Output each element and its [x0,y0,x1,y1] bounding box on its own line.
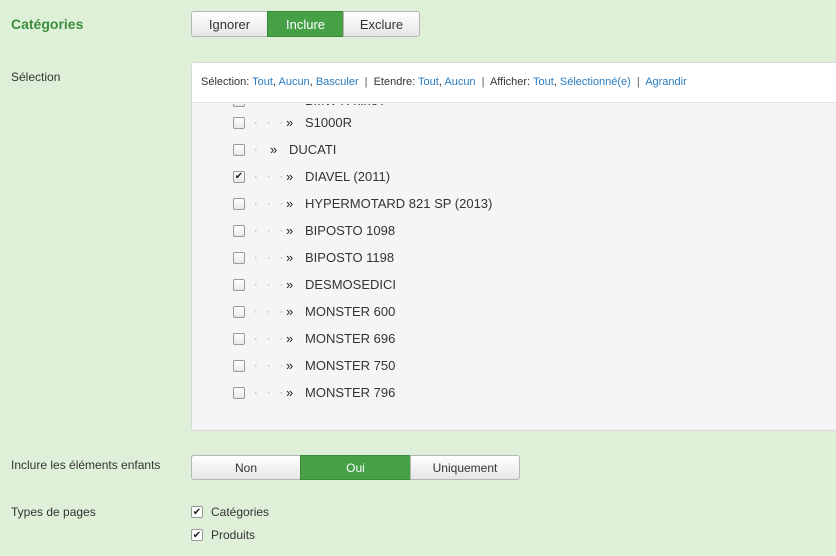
tree-arrow-icon: » [270,142,278,157]
tree-indent-dots: · · · [254,359,287,372]
categories-page-checkbox[interactable]: ✔ [191,506,203,518]
tree-item-label: MONSTER 600 [305,304,396,319]
tree-item-label: MONSTER 696 [305,331,396,346]
tree-checkbox[interactable] [233,278,245,291]
page-types-label: Types de pages [11,505,96,519]
tree-arrow-icon: » [286,277,294,292]
tree-arrow-icon: » [286,169,294,184]
selection-label: Sélection [11,70,61,84]
products-page-checkbox[interactable]: ✔ [191,529,203,541]
tree-item-label: DESMOSEDICI [305,277,397,292]
tree-arrow-icon: » [286,104,293,108]
tree-indent-dots: · · · [254,170,287,183]
children-only-button[interactable]: Uniquement [410,455,520,480]
tree-indent-dots: · · · [254,332,287,345]
selection-prefix: Sélection: [201,76,250,88]
extend-none-link[interactable]: Aucun [444,76,475,88]
tree-arrow-icon: » [286,223,294,238]
ignore-button[interactable]: Ignorer [191,11,268,37]
tree-item-label: HYPERMOTARD 821 SP (2013) [305,196,493,211]
tree-item-label: DIAVEL (2011) [305,169,391,184]
tree-item-label: BMW R nineT [305,104,386,108]
extend-all-link[interactable]: Tout [418,76,439,88]
tree-indent-dots: · · · [254,305,287,318]
tree-indent-dots: · [254,143,261,156]
tree-indent-dots: · · · [254,386,287,399]
tree-row[interactable]: · · ·» MONSTER 750 [192,352,836,379]
tree-row[interactable]: · · ·» BIPOSTO 1198 [192,244,836,271]
tree-row[interactable]: · · ·» MONSTER 796 [192,379,836,406]
tree-row[interactable]: · · ·» DESMOSEDICI [192,271,836,298]
tree-item-label: BIPOSTO 1198 [305,250,395,265]
enlarge-link[interactable]: Agrandir [645,76,687,88]
tree-item-label: MONSTER 796 [305,385,396,400]
exclude-button[interactable]: Exclure [343,11,420,37]
tree-indent-dots: · · · [254,197,287,210]
checkmark-icon: ✔ [192,529,202,541]
tree-checkbox[interactable] [233,197,245,210]
checkmark-icon: ✔ [192,506,202,518]
include-children-label: Inclure les éléments enfants [11,458,161,472]
tree-indent-dots: · · · [254,224,287,237]
tree-checkbox[interactable] [233,143,245,156]
tree-row[interactable]: · · ·» BIPOSTO 1098 [192,217,836,244]
children-no-button[interactable]: Non [191,455,301,480]
tree-arrow-icon: » [286,358,294,373]
tree-arrow-icon: » [286,331,294,346]
show-selected-link[interactable]: Sélectionné(e) [560,76,631,88]
children-yes-button[interactable]: Oui [300,455,411,480]
tree-indent-dots: · · · [254,116,287,129]
categories-title: Catégories [11,16,84,32]
tree-checkbox[interactable]: ✔ [233,170,245,183]
include-button[interactable]: Inclure [267,11,344,37]
tree-checkbox[interactable] [233,332,245,345]
select-all-link[interactable]: Tout [252,76,273,88]
categories-mode-group: Ignorer Inclure Exclure [191,11,420,37]
tree-indent-dots: · · · [254,104,286,107]
include-children-group: Non Oui Uniquement [191,455,520,480]
show-all-link[interactable]: Tout [533,76,554,88]
tree-checkbox[interactable] [233,116,245,129]
tree-checkbox[interactable] [233,224,245,237]
tree-checkbox[interactable] [233,305,245,318]
selection-toolbar: Sélection: Tout, Aucun, Basculer | Etend… [192,63,836,103]
tree-arrow-icon: » [286,250,294,265]
tree-row[interactable]: ✔ · · ·» DIAVEL (2011) [192,163,836,190]
tree-checkbox[interactable] [233,104,245,107]
tree-indent-dots: · · · [254,251,287,264]
tree-arrow-icon: » [286,115,294,130]
show-prefix: Afficher: [489,76,531,88]
tree-arrow-icon: » [286,304,294,319]
categories-page-label: Catégories [211,505,270,519]
tree-row[interactable]: · · ·» S1000R [192,109,836,136]
category-tree[interactable]: · · ·»BMW R nineT· · ·»S1000R·»DUCATI✔· … [192,104,836,430]
tree-item-label: BIPOSTO 1098 [305,223,396,238]
tree-item-label: S1000R [305,115,352,130]
tree-row[interactable]: · · ·» HYPERMOTARD 821 SP (2013) [192,190,836,217]
tree-item-label: DUCATI [289,142,337,157]
tree-checkbox[interactable] [233,359,245,372]
selection-panel: Sélection: Tout, Aucun, Basculer | Etend… [191,62,836,431]
tree-arrow-icon: » [286,385,294,400]
tree-item-label: MONSTER 750 [305,358,396,373]
tree-row[interactable]: · · ·» MONSTER 696 [192,325,836,352]
toggle-selection-link[interactable]: Basculer [316,76,359,88]
tree-indent-dots: · · · [254,278,287,291]
select-none-link[interactable]: Aucun [278,76,309,88]
tree-row[interactable]: · · ·» MONSTER 600 [192,298,836,325]
products-page-label: Produits [211,528,256,542]
tree-checkbox[interactable] [233,251,245,264]
extend-prefix: Etendre: [373,76,416,88]
checkmark-icon: ✔ [234,170,244,182]
tree-checkbox[interactable] [233,386,245,399]
tree-arrow-icon: » [286,196,294,211]
tree-row[interactable]: · » DUCATI [192,136,836,163]
